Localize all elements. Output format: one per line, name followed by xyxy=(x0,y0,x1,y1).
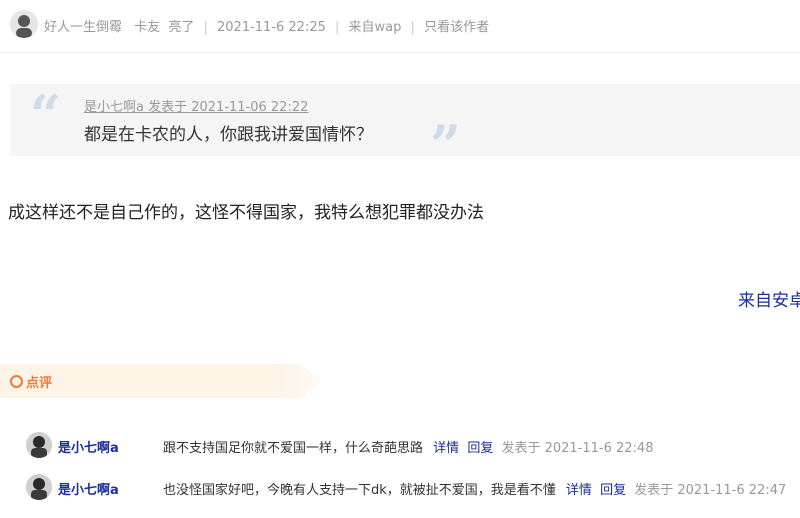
open-quote-icon: “ xyxy=(30,83,62,147)
reply-link[interactable]: 回复 xyxy=(600,483,626,498)
comment-section-header: 点评 xyxy=(0,364,322,398)
comment-text-line: 也没怪国家好吧，今晚有人支持一下dk，就被扯不爱国，我是看不懂 详情 回复 发表… xyxy=(163,479,786,498)
detail-link[interactable]: 详情 xyxy=(566,483,592,498)
comment-section-title: 点评 xyxy=(26,376,53,391)
author-name[interactable]: 好人一生倒霉 xyxy=(44,20,122,35)
post-source: 来自wap xyxy=(348,20,402,35)
quote-text: 都是在卡农的人，你跟我讲爱国情怀？ xyxy=(84,125,373,145)
avatar[interactable] xyxy=(26,474,52,500)
avatar[interactable] xyxy=(10,10,38,38)
only-author-link[interactable]: 只看该作者 xyxy=(424,20,489,35)
avatar[interactable] xyxy=(26,432,52,458)
quote-meta[interactable]: 是小七啊a 发表于 2021-11-06 22:22 xyxy=(84,96,308,115)
comment-user[interactable]: 是小七啊a xyxy=(58,479,119,498)
detail-link[interactable]: 详情 xyxy=(433,441,459,456)
post-header: 好人一生倒霉 卡友 亮了 | 2021-11-6 22:25 | 来自wap |… xyxy=(0,0,800,53)
comment-time: 发表于 2021-11-6 22:48 xyxy=(501,441,654,456)
comment-text: 跟不支持国足你就不爱国一样，什么奇葩思路 xyxy=(163,441,424,456)
circle-icon xyxy=(10,375,23,388)
author-title: 卡友 xyxy=(134,20,161,35)
quote-block: “ 是小七啊a 发表于 2021-11-06 22:22 都是在卡农的人，你跟我… xyxy=(10,83,800,172)
comment-text-line: 跟不支持国足你就不爱国一样，什么奇葩思路 详情 回复 发表于 2021-11-6… xyxy=(163,437,653,456)
post-time: 2021-11-6 22:25 xyxy=(217,20,326,35)
comment-time: 发表于 2021-11-6 22:47 xyxy=(634,483,787,498)
comment-user[interactable]: 是小七啊a xyxy=(58,437,119,456)
reply-link[interactable]: 回复 xyxy=(467,441,493,456)
close-quote-icon: ” xyxy=(430,113,462,177)
post-meta: 好人一生倒霉 卡友 亮了 | 2021-11-6 22:25 | 来自wap |… xyxy=(44,20,490,35)
post-content: 成这样还不是自己作的，这怪不得国家，我特么想犯罪都没办法 xyxy=(8,203,484,223)
comment-item: 是小七啊a 跟不支持国足你就不爱国一样，什么奇葩思路 详情 回复 发表于 202… xyxy=(0,432,800,462)
author-level: 亮了 xyxy=(168,20,195,35)
comment-text: 也没怪国家好吧，今晚有人支持一下dk，就被扯不爱国，我是看不懂 xyxy=(163,483,556,498)
comment-item: 是小七啊a 也没怪国家好吧，今晚有人支持一下dk，就被扯不爱国，我是看不懂 详情… xyxy=(0,474,800,504)
source-link[interactable]: 来自安卓 xyxy=(738,286,800,311)
